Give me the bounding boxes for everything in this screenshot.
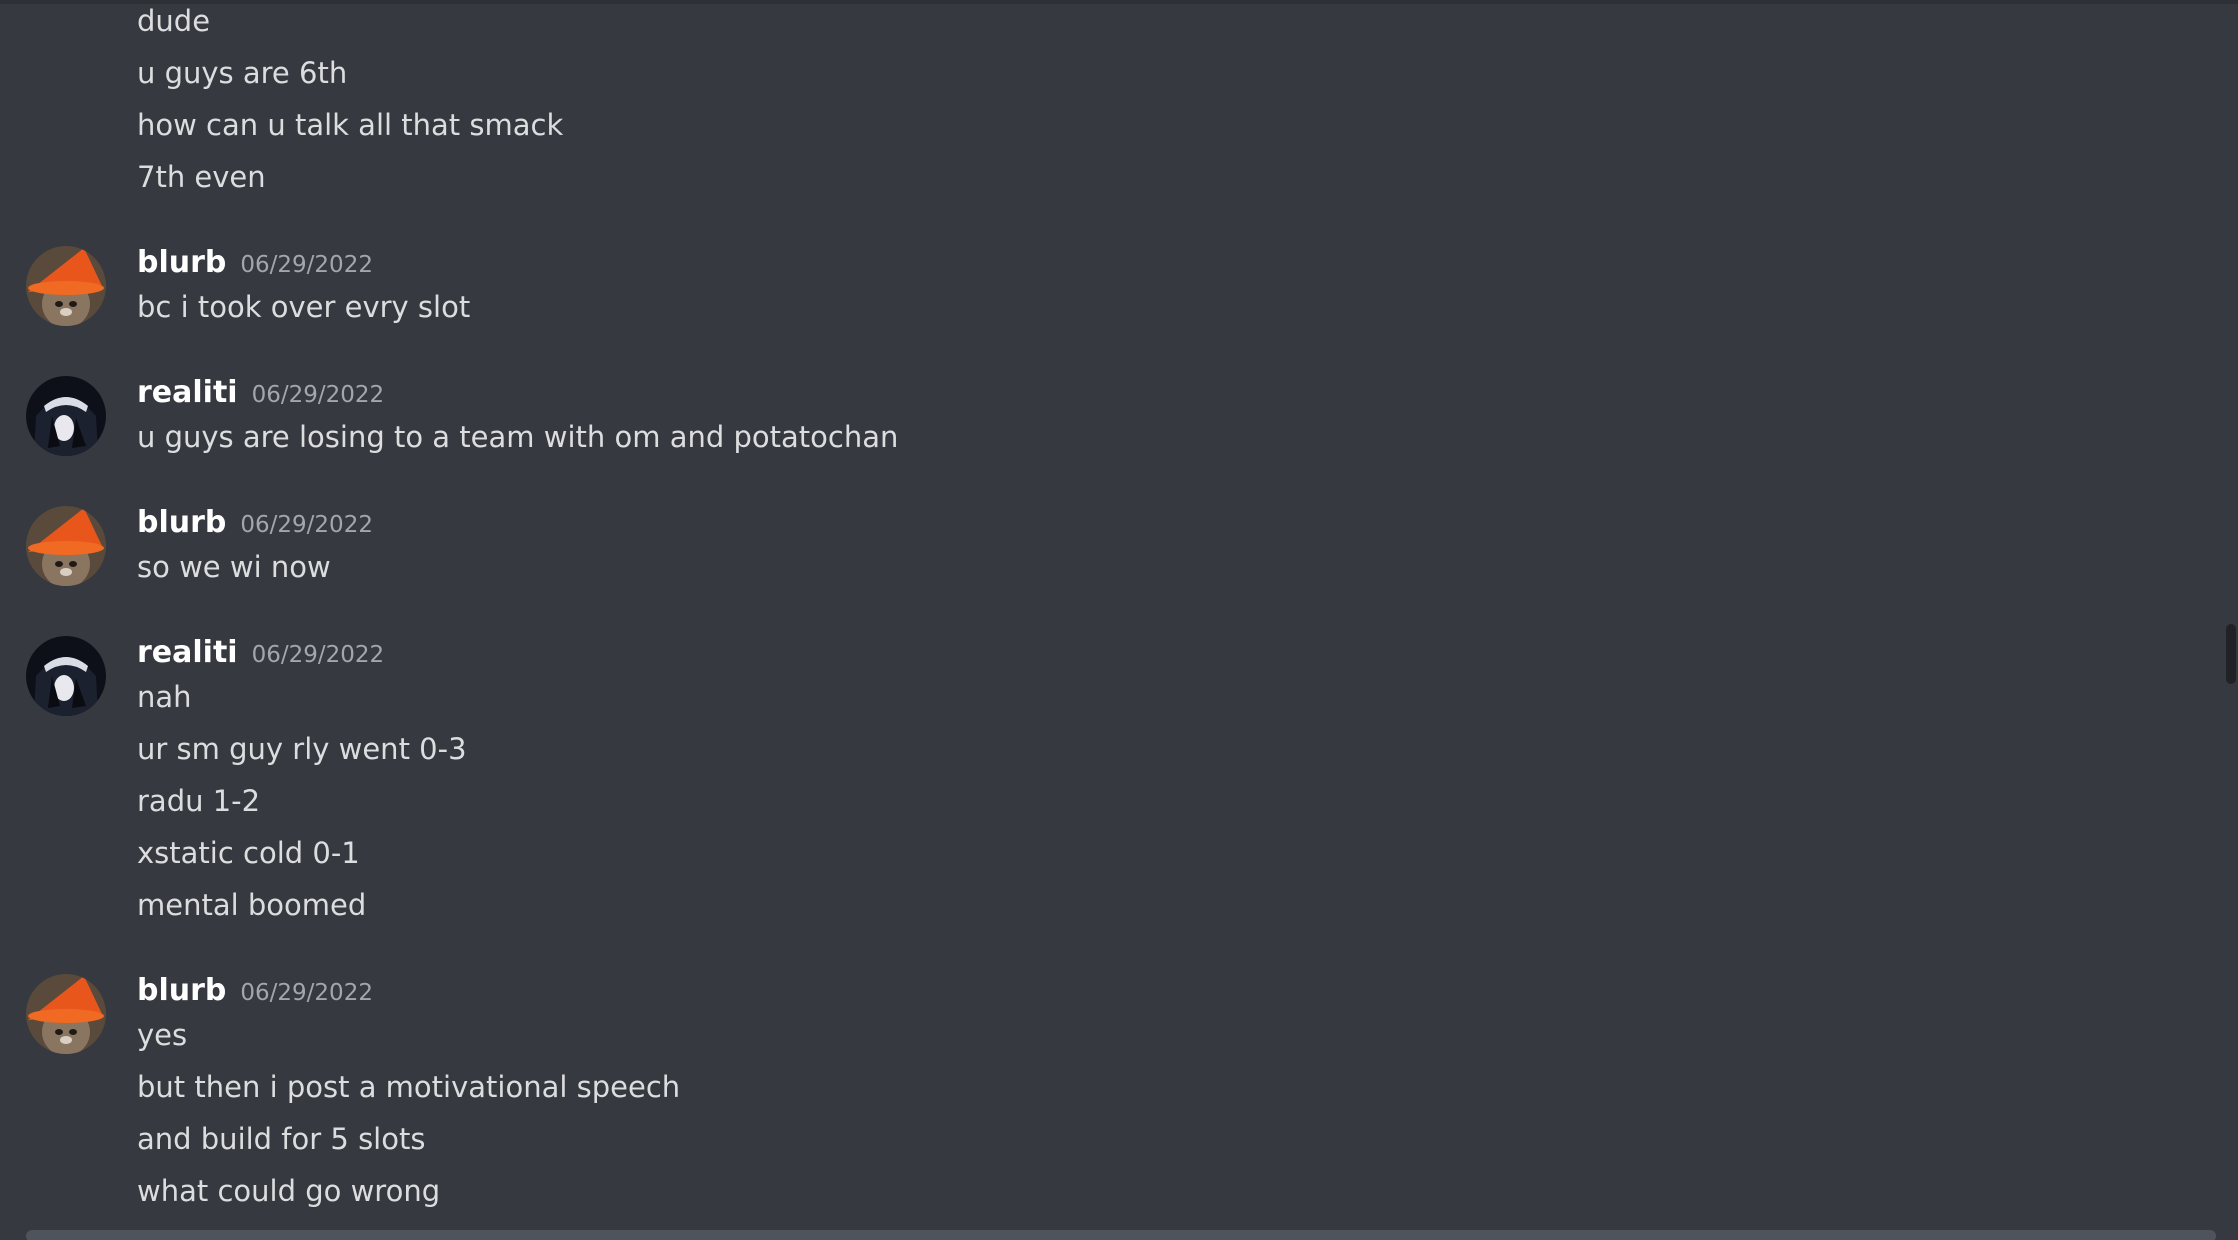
message-line: xstatic cold 0-1 <box>137 836 360 870</box>
message-line: u guys are losing to a team with om and … <box>137 420 899 454</box>
message-header: realiti 06/29/2022 <box>137 633 384 677</box>
message-line: u guys are 6th <box>137 56 348 90</box>
horizontal-scrollbar[interactable] <box>26 1230 2216 1240</box>
message-line: 7th even <box>137 160 266 194</box>
timestamp: 06/29/2022 <box>240 980 373 1006</box>
username[interactable]: realiti <box>137 375 238 410</box>
dark-anime-character-icon <box>26 636 106 716</box>
avatar-realiti[interactable] <box>26 636 106 716</box>
message-line: yes <box>137 1018 188 1052</box>
message-line: nah <box>137 680 192 714</box>
message-line: and build for 5 slots <box>137 1122 426 1156</box>
vertical-scrollbar-thumb[interactable] <box>2226 624 2236 684</box>
message-header: realiti 06/29/2022 <box>137 373 384 417</box>
message-header: blurb 06/29/2022 <box>137 503 373 547</box>
dark-anime-character-icon <box>26 376 106 456</box>
username[interactable]: realiti <box>137 635 238 670</box>
username[interactable]: blurb <box>137 505 226 540</box>
avatar-blurb[interactable] <box>26 974 106 1054</box>
message-header: blurb 06/29/2022 <box>137 971 373 1015</box>
timestamp: 06/29/2022 <box>240 252 373 278</box>
username[interactable]: blurb <box>137 245 226 280</box>
message-line: but then i post a motivational speech <box>137 1070 681 1104</box>
message-line: mental boomed <box>137 888 367 922</box>
message-line: dude <box>137 4 211 38</box>
message-line: so we wi now <box>137 550 331 584</box>
message-line: what could go wrong <box>137 1174 441 1208</box>
timestamp: 06/29/2022 <box>240 512 373 538</box>
message-line: radu 1-2 <box>137 784 261 818</box>
avatar-blurb[interactable] <box>26 246 106 326</box>
avatar-realiti[interactable] <box>26 376 106 456</box>
orange-hat-cat-icon <box>26 506 106 586</box>
message-header: blurb 06/29/2022 <box>137 243 373 287</box>
orange-hat-cat-icon <box>26 974 106 1054</box>
timestamp: 06/29/2022 <box>251 382 385 408</box>
timestamp: 06/29/2022 <box>251 642 385 668</box>
message-line: ur sm guy rly went 0-3 <box>137 732 467 766</box>
chat-message-area[interactable]: dude u guys are 6th how can u talk all t… <box>0 0 2238 1240</box>
top-divider <box>0 0 2238 4</box>
message-line: bc i took over evry slot <box>137 290 471 324</box>
message-line: how can u talk all that smack <box>137 108 564 142</box>
avatar-blurb[interactable] <box>26 506 106 586</box>
username[interactable]: blurb <box>137 973 226 1008</box>
orange-hat-cat-icon <box>26 246 106 326</box>
